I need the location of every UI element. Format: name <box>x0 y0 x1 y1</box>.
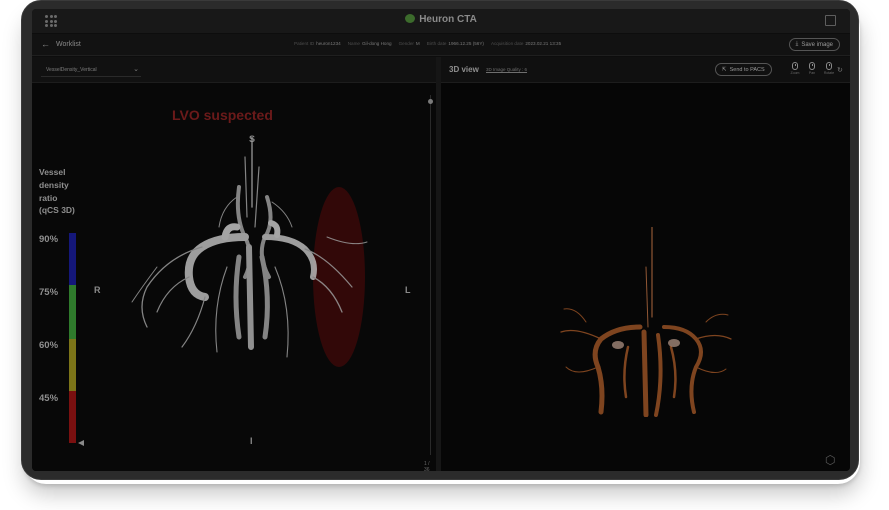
right-toolbar: 3D view 3D Image Quality : 6 ⇱ Send to P… <box>441 57 850 83</box>
3d-vessel-render <box>560 227 732 417</box>
mouse-icon <box>809 62 815 70</box>
orientation-inferior: I <box>250 436 253 446</box>
app-title: Heuron CTA <box>32 14 850 25</box>
rotate-control[interactable]: Rotate <box>822 62 836 75</box>
back-to-worklist[interactable]: ← Worklist <box>41 39 81 49</box>
title-bar: Heuron CTA <box>32 9 850 33</box>
vessel-density-image <box>131 137 368 367</box>
scale-title: Vessel density ratio (qCS 3D) <box>39 167 75 216</box>
patient-field: Gender M <box>398 41 420 46</box>
view-mode-select[interactable]: VesselDensity_Vertical ⌄ <box>41 63 141 77</box>
orientation-left: L <box>405 285 411 295</box>
image-quality-link[interactable]: 3D Image Quality : 6 <box>486 67 527 72</box>
external-link-icon: ⇱ <box>722 66 727 73</box>
slice-slider-track[interactable] <box>430 95 431 455</box>
send-to-pacs-button[interactable]: ⇱ Send to PACS <box>715 63 772 76</box>
save-image-button[interactable]: ⤓ Save image <box>788 38 840 51</box>
aneurysm-highlight <box>612 341 624 349</box>
slice-slider-thumb[interactable] <box>428 99 433 104</box>
patient-field: Patient ID heuron1234 <box>294 41 341 46</box>
reset-view-icon[interactable]: ↻ <box>837 66 843 74</box>
scale-tick-60: 60% <box>39 340 59 351</box>
orientation-cube-icon[interactable]: ⬡ <box>825 453 835 467</box>
download-icon: ⤓ <box>795 41 799 47</box>
patient-field: Name Gil-dong Hong <box>347 41 392 46</box>
scale-band-green <box>69 285 76 339</box>
pan-control[interactable]: Pan <box>805 62 819 75</box>
save-image-label: Save image <box>801 41 833 48</box>
patient-field: Birth date 1966.12.25 (56Y) <box>426 41 484 46</box>
patient-info-bar: ← Worklist Patient ID heuron1234 Name Gil-… <box>32 34 850 56</box>
scale-tick-90: 90% <box>39 234 59 245</box>
patient-field: Acquisition date 2023.02.21 13:35 <box>490 41 562 46</box>
aneurysm-highlight <box>668 339 680 347</box>
scale-band-blue <box>69 233 76 285</box>
density-view-panel: VesselDensity_Vertical ⌄ LVO suspected S… <box>32 57 436 471</box>
chevron-down-icon: ⌄ <box>133 66 139 73</box>
left-toolbar: VesselDensity_Vertical ⌄ <box>32 57 436 83</box>
scale-band-yellow <box>69 339 76 391</box>
scale-tick-45: 45% <box>39 393 59 404</box>
3d-view-title: 3D view <box>449 65 479 74</box>
lvo-alert: LVO suspected <box>172 107 273 123</box>
view-mode-value: VesselDensity_Vertical <box>46 67 97 73</box>
worklist-label: Worklist <box>56 40 81 48</box>
mouse-icon <box>826 62 832 70</box>
lvo-region-highlight <box>313 187 365 367</box>
orientation-right: R <box>94 285 101 295</box>
heuron-logo-icon <box>405 14 416 23</box>
zoom-control[interactable]: Zoom <box>788 62 802 75</box>
3d-vessel-tree <box>560 227 732 417</box>
app-title-text: Heuron CTA <box>419 14 477 25</box>
scale-band-red <box>69 391 76 443</box>
tablet-device-frame: Heuron CTA ← Worklist Patient ID heuron12… <box>21 0 859 480</box>
mouse-icon <box>792 62 798 70</box>
density-marker-icon <box>78 440 84 446</box>
patient-details: Patient ID heuron1234 Name Gil-dong Hong G… <box>294 41 561 46</box>
slice-indicator: 1 / 36 <box>424 461 430 471</box>
send-to-pacs-label: Send to PACS <box>729 66 765 73</box>
fullscreen-icon[interactable] <box>825 15 836 26</box>
app-screen: Heuron CTA ← Worklist Patient ID heuron12… <box>32 9 850 471</box>
scale-tick-75: 75% <box>39 287 59 298</box>
3d-view-panel: 3D view 3D Image Quality : 6 ⇱ Send to P… <box>441 57 850 471</box>
arrow-left-icon: ← <box>41 39 50 49</box>
